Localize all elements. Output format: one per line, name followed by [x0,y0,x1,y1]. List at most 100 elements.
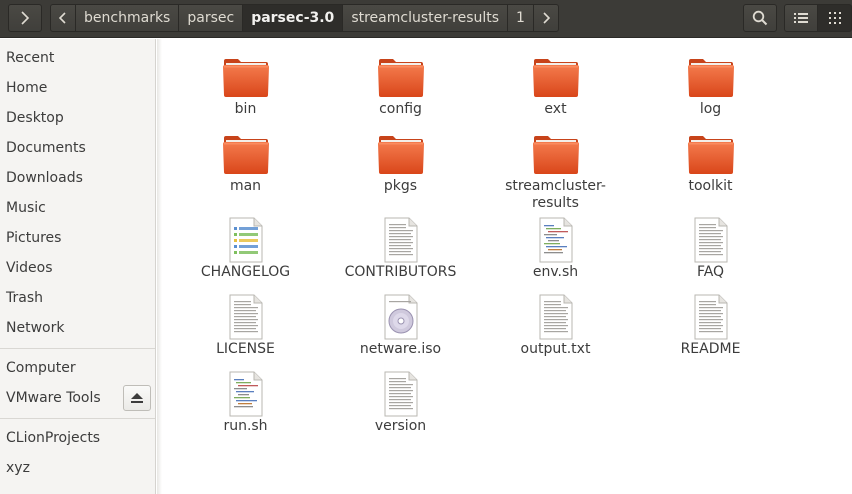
sidebar-item-home[interactable]: Home [0,73,155,103]
sidebar-divider [0,348,155,349]
file-env-sh[interactable]: env.sh [478,216,633,281]
breadcrumb-benchmarks[interactable]: benchmarks [76,5,180,31]
file-label: netware.iso [359,341,442,357]
list-view-icon [794,13,808,23]
breadcrumb-parsec[interactable]: parsec [179,5,244,31]
folder-icon [532,136,579,174]
grid-view-button[interactable] [818,4,852,32]
file-label: CONTRIBUTORS [344,264,457,280]
folder-icon [222,136,269,174]
file-label: streamcluster- results [505,178,606,211]
sidebar-item-clionprojects[interactable]: CLionProjects [0,423,155,453]
text-file-icon [384,217,417,263]
folder-man[interactable]: man [168,130,323,195]
sidebar-item-label: Network [6,320,65,336]
file-changelog[interactable]: CHANGELOG [168,216,323,281]
sidebar-item-downloads[interactable]: Downloads [0,163,155,193]
folder-icon [377,136,424,174]
folder-icon [687,136,734,174]
sidebar-item-xyz[interactable]: xyz [0,453,155,483]
file-version[interactable]: version [323,370,478,435]
path-bar: benchmarks parsec parsec-3.0 streamcluster-… [50,4,559,32]
list-view-button[interactable] [784,4,818,32]
folder-log[interactable]: log [633,53,788,118]
back-arrow-icon [59,12,66,24]
file-label: toolkit [688,178,733,194]
sidebar-item-label: Documents [6,140,86,156]
breadcrumb-parsec-3-0[interactable]: parsec-3.0 [243,5,344,31]
file-faq[interactable]: FAQ [633,216,788,281]
sidebar-item-label: CLionProjects [6,430,101,446]
folder-streamcluster-results[interactable]: streamcluster- results [478,130,633,212]
file-label: env.sh [532,264,579,280]
file-label: LICENSE [216,341,275,357]
folder-ext[interactable]: ext [478,53,633,118]
sidebar-item-label: Recent [6,50,55,66]
sidebar-item-label: Home [6,80,48,96]
grid-edge-shadow [157,39,162,494]
folder-icon [377,59,424,97]
search-button[interactable] [743,4,777,32]
eject-icon [131,393,143,403]
file-label: README [680,341,741,357]
file-output-txt[interactable]: output.txt [478,293,633,358]
changelog-file-icon [229,217,262,263]
file-label: run.sh [223,418,268,434]
file-label: log [699,101,722,117]
eject-button[interactable] [123,385,151,411]
sidebar-item-trash[interactable]: Trash [0,283,155,313]
sidebar-item-label: xyz [6,460,30,476]
text-file-icon [229,294,262,340]
script-file-icon [539,217,572,263]
file-license[interactable]: LICENSE [168,293,323,358]
folder-icon [222,59,269,97]
folder-pkgs[interactable]: pkgs [323,130,478,195]
sidebar-item-label: Computer [6,360,76,376]
file-contributors[interactable]: CONTRIBUTORS [323,216,478,281]
grid-view-icon [828,12,841,24]
file-label: man [229,178,262,194]
file-label: output.txt [520,341,591,357]
folder-icon [687,59,734,97]
folder-bin[interactable]: bin [168,53,323,118]
breadcrumb-streamcluster-results[interactable]: streamcluster-results [343,5,509,31]
sidebar-item-vmware-tools[interactable]: VMware Tools [0,383,155,413]
sidebar-item-label: Downloads [6,170,83,186]
text-file-icon [384,371,417,417]
path-back-button[interactable] [51,5,77,31]
sidebar-item-pictures[interactable]: Pictures [0,223,155,253]
search-icon [752,10,768,26]
text-file-icon [539,294,572,340]
header-bar: benchmarks parsec parsec-3.0 streamcluster-… [0,0,852,38]
folder-toolkit[interactable]: toolkit [633,130,788,195]
file-readme[interactable]: README [633,293,788,358]
sidebar-item-label: Desktop [6,110,64,126]
sidebar-item-label: Videos [6,260,53,276]
folder-icon [532,59,579,97]
file-label: ext [544,101,567,117]
sidebar-item-music[interactable]: Music [0,193,155,223]
file-label: version [374,418,427,434]
sidebar-item-label: Pictures [6,230,62,246]
text-file-icon [694,217,727,263]
breadcrumb-1[interactable]: 1 [508,5,533,31]
file-run-sh[interactable]: run.sh [168,370,323,435]
file-label: pkgs [383,178,418,194]
sidebar: Recent Home Desktop Documents Downloads Music… [0,39,156,494]
sidebar-item-label: Trash [6,290,43,306]
sidebar-item-documents[interactable]: Documents [0,133,155,163]
sidebar-item-desktop[interactable]: Desktop [0,103,155,133]
text-file-icon [694,294,727,340]
sidebar-item-videos[interactable]: Videos [0,253,155,283]
path-forward-button[interactable] [532,5,558,31]
sidebar-item-recent[interactable]: Recent [0,43,155,73]
sidebar-divider [0,418,155,419]
file-netware-iso[interactable]: netware.iso [323,293,478,358]
script-file-icon [229,371,262,417]
sidebar-item-computer[interactable]: Computer [0,353,155,383]
forward-arrow-icon [543,12,550,24]
file-grid: bin config ext log man pkgs streamcluster- res… [157,39,852,494]
folder-config[interactable]: config [323,53,478,118]
sidebar-toggle-button[interactable] [8,4,42,32]
sidebar-item-network[interactable]: Network [0,313,155,343]
